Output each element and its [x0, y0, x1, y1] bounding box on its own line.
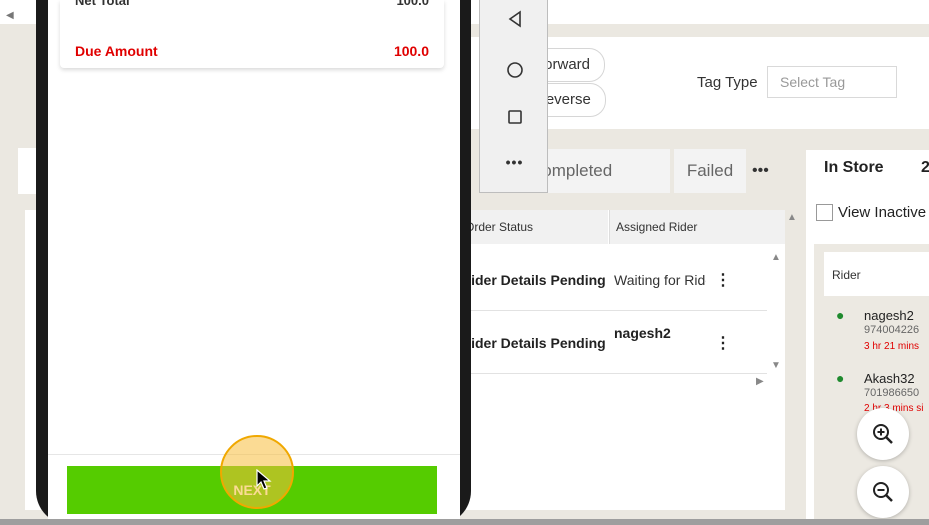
rider-phone: 974004226 [864, 324, 920, 336]
overview-icon[interactable] [480, 109, 549, 130]
location-pin-icon: ● [836, 307, 845, 323]
table-row[interactable]: Rider Details Pending nagesh2 ⋮ [455, 311, 767, 374]
table-scroll-up-icon[interactable]: ▲ [787, 212, 797, 223]
table-header-order-status: Order Status [455, 210, 608, 244]
view-inactive-label: View Inactive [838, 204, 927, 221]
location-pin-icon: ● [836, 370, 845, 386]
rider-phone: 701986650 [864, 387, 920, 399]
mouse-cursor-icon [256, 468, 272, 496]
order-status-cell: Rider Details Pending [461, 272, 606, 288]
rows-scroll-right-icon[interactable]: ▶ [756, 376, 764, 387]
view-inactive-checkbox[interactable] [816, 204, 833, 221]
net-total-value: 100.0 [396, 0, 429, 8]
in-store-count: 2 [921, 159, 929, 176]
tab-more-icon[interactable]: ••• [752, 162, 769, 180]
rider-name: nagesh2 [864, 308, 914, 323]
zoom-in-button[interactable] [857, 408, 909, 460]
rider-since: 3 hr 21 mins [864, 341, 920, 352]
bottom-scrollbar[interactable] [0, 519, 929, 525]
assigned-rider-cell: Waiting for Rider [614, 272, 706, 288]
rows-scroll-up-icon[interactable]: ▲ [771, 252, 781, 263]
in-store-title: In Store [824, 159, 884, 176]
tag-select[interactable]: Select Tag [767, 66, 897, 98]
order-status-cell: Rider Details Pending [461, 335, 606, 351]
table-header-assigned-rider: Assigned Rider [609, 210, 785, 244]
scroll-left-arrow-icon[interactable]: ◀ [6, 10, 14, 21]
rows-scroll-down-icon[interactable]: ▼ [771, 360, 781, 371]
rider-name: Akash32 [864, 371, 915, 386]
rider-column-header: Rider [832, 268, 861, 282]
zoom-out-button[interactable] [857, 466, 909, 518]
home-icon[interactable] [480, 61, 549, 84]
back-icon[interactable] [480, 10, 549, 33]
tab-failed[interactable]: Failed [674, 149, 746, 193]
zoom-in-icon [873, 423, 893, 444]
table-row[interactable]: Rider Details Pending Waiting for Rider … [455, 248, 767, 311]
row-menu-icon[interactable]: ⋮ [715, 270, 731, 290]
zoom-out-icon [873, 481, 893, 502]
net-total-label: Net Total [75, 0, 130, 8]
due-amount-value: 100.0 [393, 43, 429, 59]
more-icon[interactable]: ••• [480, 154, 549, 170]
due-amount-label: Due Amount [75, 43, 158, 59]
row-menu-icon[interactable]: ⋮ [715, 333, 731, 353]
assigned-rider-cell: nagesh2 [614, 325, 671, 341]
tag-type-label: Tag Type [697, 74, 758, 91]
payment-summary-card: Net Total 100.0 Due Amount 100.0 [60, 0, 444, 68]
emulator-toolbar: ••• [479, 0, 548, 193]
